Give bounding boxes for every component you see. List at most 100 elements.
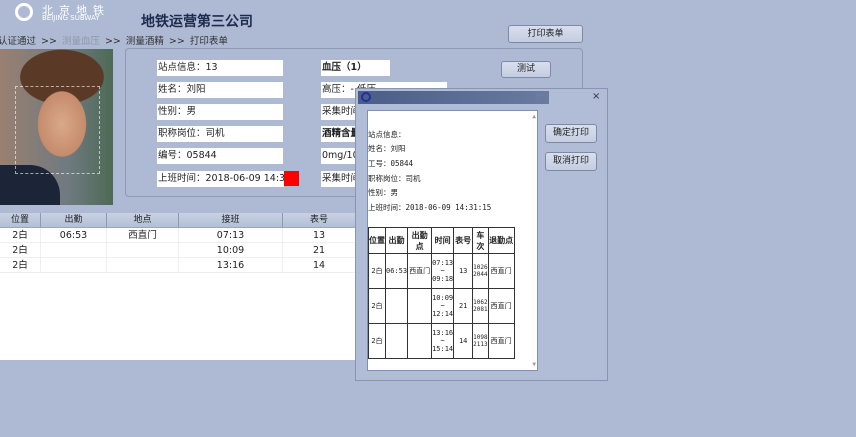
app-icon xyxy=(361,92,371,102)
scroll-down-icon[interactable]: ▼ xyxy=(532,361,536,368)
cell xyxy=(41,243,107,257)
doc-cell xyxy=(407,288,433,324)
doc-col: 出勤 xyxy=(384,227,409,254)
status-indicator xyxy=(284,171,299,186)
cell: 2白 xyxy=(0,243,41,257)
scroll-up-icon[interactable]: ▲ xyxy=(532,113,536,120)
schedule-grid: 位置 出勤 地点 接班 表号 2白 06:53 西直门 07:13 13 2白 10:09… xyxy=(0,213,356,360)
print-preview-dialog: × ▲ ▼ 站点信息： 姓名：刘阳 工号：05844 职称岗位：司机 性别：男 … xyxy=(355,88,608,381)
gender-field: 性别：男 xyxy=(157,104,283,120)
number-field: 编号：05844 xyxy=(157,148,283,164)
cell: 21 xyxy=(283,243,356,257)
cell: 13 xyxy=(283,228,356,242)
position-field: 职称岗位：司机 xyxy=(157,126,283,142)
face-detection-frame xyxy=(15,86,100,174)
doc-cell: 1098 xyxy=(473,334,488,341)
doc-col: 时间 xyxy=(431,227,455,254)
table-row[interactable]: 2白 10:09 21 xyxy=(0,243,356,258)
test-button[interactable]: 测试 xyxy=(501,61,551,78)
doc-cell: 1026 xyxy=(473,264,488,271)
doc-station: 站点信息： xyxy=(368,130,406,139)
bp-title: 血压（1） xyxy=(321,60,390,76)
doc-cell: ~ xyxy=(440,337,445,345)
doc-cell: 2白 xyxy=(368,253,386,289)
dialog-titlebar[interactable] xyxy=(358,91,549,104)
doc-cell: 21 xyxy=(453,288,474,324)
doc-cell: 14 xyxy=(453,323,474,359)
crumb-sep: >> xyxy=(41,36,57,47)
doc-cell: ~ xyxy=(440,267,445,275)
col-location[interactable]: 地点 xyxy=(107,213,179,227)
doc-table-row: 2白 13:16 ~15:14 14 1098 2113 西直门 xyxy=(368,323,515,359)
col-handover[interactable]: 接班 xyxy=(179,213,283,227)
print-form-button[interactable]: 打印表单 xyxy=(508,25,583,43)
doc-cell: 2081 xyxy=(473,306,488,313)
close-icon[interactable]: × xyxy=(592,91,600,102)
confirm-print-button[interactable]: 确定打印 xyxy=(545,124,597,143)
cancel-print-button[interactable]: 取消打印 xyxy=(545,152,597,171)
shift-time-field: 上班时间：2018-06-09 14:31:15 xyxy=(157,171,284,187)
cell: 14 xyxy=(283,258,356,272)
doc-col: 出勤点 xyxy=(407,227,433,254)
table-row[interactable]: 2白 13:16 14 xyxy=(0,258,356,273)
doc-cell: 2白 xyxy=(368,323,386,359)
doc-cell: 2044 xyxy=(473,271,488,278)
doc-table-row: 2白 10:09 ~12:14 21 1062 2081 西直门 xyxy=(368,288,515,324)
doc-cell xyxy=(384,288,409,324)
doc-cell: 西直门 xyxy=(487,288,515,324)
crumb-sep: >> xyxy=(104,36,121,47)
doc-cell: 09:18 xyxy=(432,275,454,283)
cell: 13:16 xyxy=(179,258,283,272)
doc-col: 位置 xyxy=(368,227,386,254)
crumb-auth: 认证通过 xyxy=(0,36,37,47)
cell xyxy=(107,243,179,257)
doc-cell: 06:53 xyxy=(384,253,409,289)
crumb-sep: >> xyxy=(168,36,185,47)
doc-cell: 13:16 xyxy=(432,329,454,337)
doc-gender: 性别：男 xyxy=(368,188,398,197)
doc-shift: 上班时间：2018-06-09 14:31:15 xyxy=(368,203,492,212)
crumb-print: 打印表单 xyxy=(189,36,228,47)
breadcrumb: 认证通过 >> 测量血压 >> 测量酒精 >> 打印表单 xyxy=(0,33,228,47)
table-row[interactable]: 2白 06:53 西直门 07:13 13 xyxy=(0,228,356,243)
cell: 2白 xyxy=(0,228,41,242)
cell xyxy=(107,258,179,272)
col-on-duty[interactable]: 出勤 xyxy=(41,213,107,227)
doc-cell: 1062 2081 xyxy=(472,288,489,324)
doc-position: 职称岗位：司机 xyxy=(368,174,421,183)
doc-cell: 1026 2044 xyxy=(472,253,489,289)
col-table-no[interactable]: 表号 xyxy=(283,213,356,227)
cell: 06:53 xyxy=(41,228,107,242)
cell: 07:13 xyxy=(179,228,283,242)
doc-cell xyxy=(384,323,409,359)
cell xyxy=(41,258,107,272)
doc-cell: 12:14 xyxy=(432,310,454,318)
doc-cell: 西直门 xyxy=(487,323,515,359)
cell: 10:09 xyxy=(179,243,283,257)
doc-table-row: 2白 06:53 西直门 07:13 ~09:18 13 1026 2044 西直门 xyxy=(368,253,515,289)
face-photo xyxy=(0,49,113,205)
crumb-bp: 测量血压 xyxy=(61,36,100,47)
doc-cell: 07:13 xyxy=(432,259,454,267)
doc-cell: ~ xyxy=(440,302,445,310)
grid-header: 位置 出勤 地点 接班 表号 xyxy=(0,213,356,228)
doc-cell: 07:13 ~09:18 xyxy=(431,253,455,289)
doc-cell: 13 xyxy=(453,253,474,289)
doc-col: 退勤点 xyxy=(487,227,515,254)
print-preview-document[interactable]: ▲ ▼ 站点信息： 姓名：刘阳 工号：05844 职称岗位：司机 性别：男 上班… xyxy=(367,110,538,371)
doc-col: 表号 xyxy=(453,227,474,254)
crumb-alcohol: 测量酒精 xyxy=(125,36,164,47)
page-title: 地铁运营第三公司 xyxy=(141,14,253,30)
col-position[interactable]: 位置 xyxy=(0,213,41,227)
doc-cell: 15:14 xyxy=(432,345,454,353)
doc-table: 位置 出勤 出勤点 时间 表号 车次 退勤点 2白 06:53 西直门 07:13 ~… xyxy=(368,227,515,359)
doc-cell: 10:09 xyxy=(432,294,454,302)
doc-cell: 10:09 ~12:14 xyxy=(431,288,455,324)
doc-id: 工号：05844 xyxy=(368,159,414,168)
doc-col: 车次 xyxy=(472,227,489,254)
doc-cell: 西直门 xyxy=(407,253,433,289)
station-field: 站点信息：13 xyxy=(157,60,283,76)
doc-cell: 1098 2113 xyxy=(472,323,489,359)
doc-cell: 2白 xyxy=(368,288,386,324)
doc-cell: 西直门 xyxy=(487,253,515,289)
